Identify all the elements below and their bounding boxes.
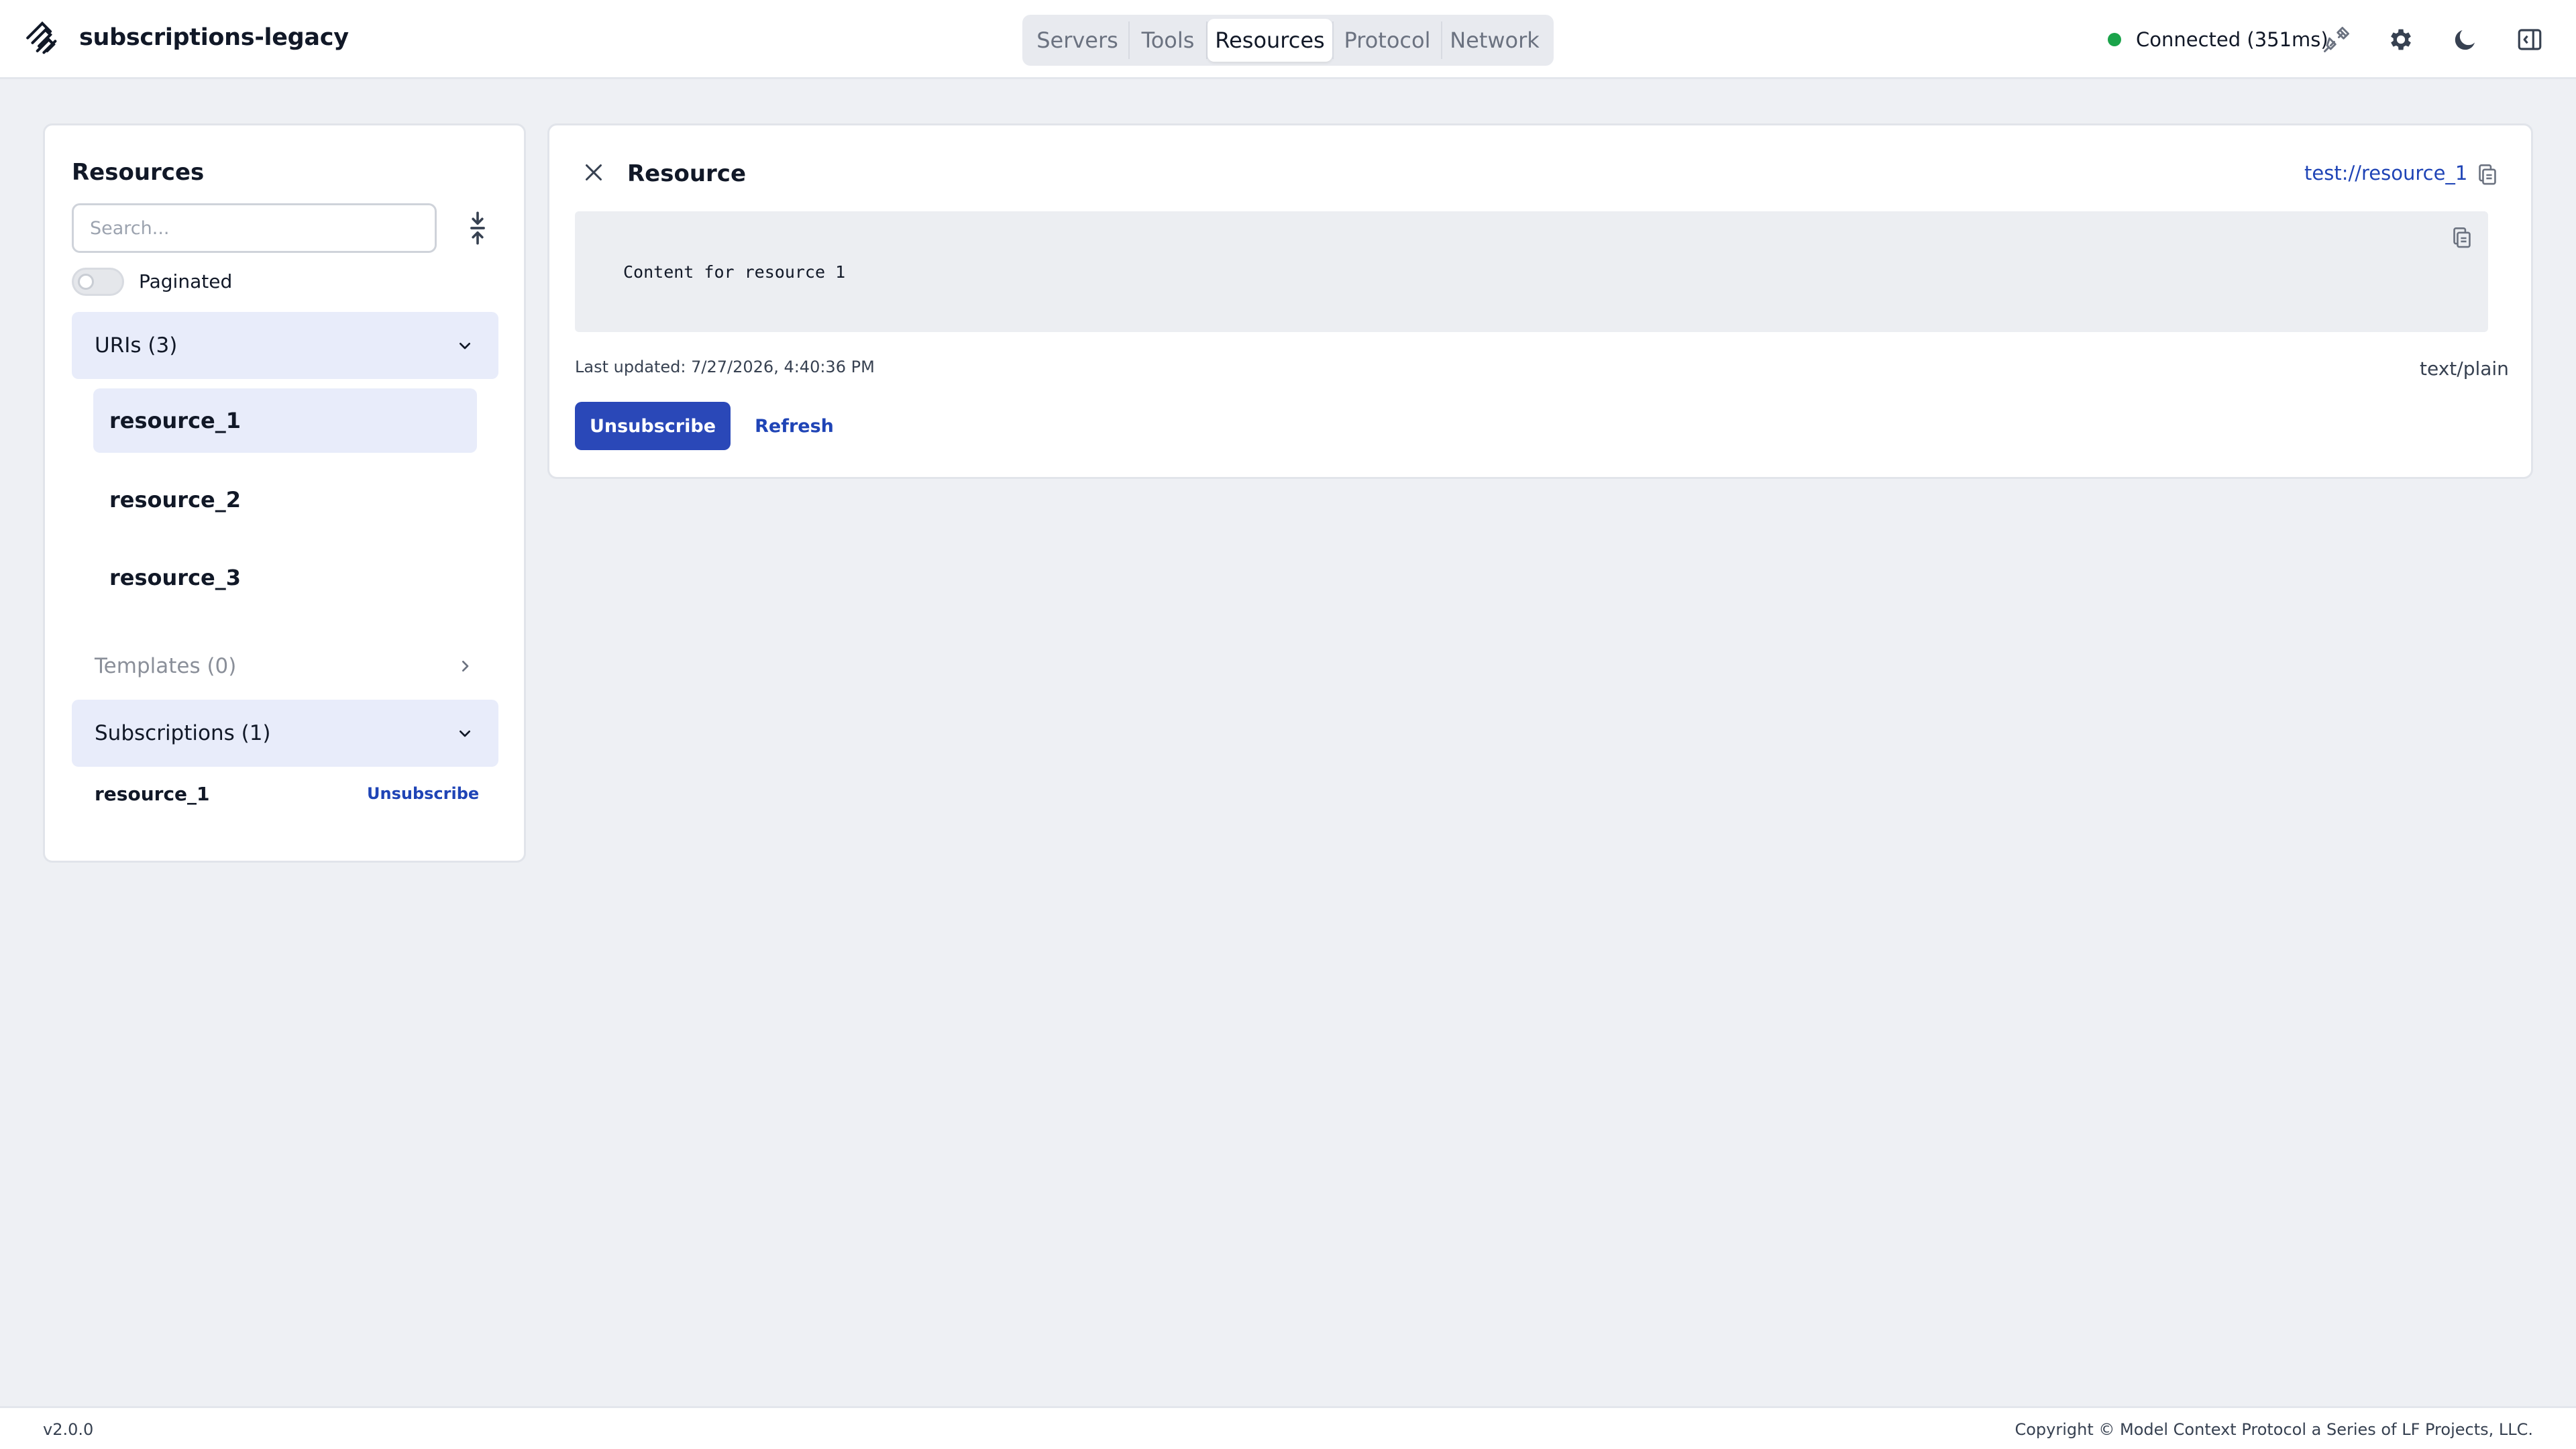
top-header: subscriptions-legacy Servers Tools Resou… xyxy=(0,0,2576,79)
copyright-text: Copyright © Model Context Protocol a Ser… xyxy=(2015,1420,2533,1439)
resource-item-label: resource_1 xyxy=(109,408,241,433)
mime-type-label: text/plain xyxy=(2420,358,2509,380)
disconnect-plug-icon[interactable] xyxy=(2322,25,2351,54)
paginated-toggle[interactable] xyxy=(72,268,124,296)
connection-status: Connected (351ms) xyxy=(2108,28,2328,51)
templates-section-label: Templates (0) xyxy=(95,654,237,678)
subscriptions-section-header[interactable]: Subscriptions (1) xyxy=(72,700,498,767)
main-nav-tabs: Servers Tools Resources Protocol Network xyxy=(1022,15,1554,66)
resource-content-text: Content for resource 1 xyxy=(623,262,846,282)
copy-uri-icon[interactable] xyxy=(2476,163,2499,187)
mcp-logo-icon xyxy=(23,20,62,59)
paginated-label: Paginated xyxy=(139,270,233,292)
tab-servers[interactable]: Servers xyxy=(1026,19,1128,62)
search-input[interactable] xyxy=(72,203,437,253)
templates-section-header[interactable]: Templates (0) xyxy=(72,633,498,700)
resource-item-label: resource_3 xyxy=(109,565,241,590)
gear-icon[interactable] xyxy=(2387,25,2415,54)
uris-section-label: URIs (3) xyxy=(95,333,178,358)
close-icon[interactable] xyxy=(582,160,606,184)
app-title: subscriptions-legacy xyxy=(79,24,349,51)
tab-protocol[interactable]: Protocol xyxy=(1334,19,1441,62)
resource-item-2[interactable]: resource_2 xyxy=(93,468,477,532)
unsubscribe-button[interactable]: Unsubscribe xyxy=(575,402,731,450)
resource-item-3[interactable]: resource_3 xyxy=(93,545,477,610)
moon-icon[interactable] xyxy=(2451,25,2479,54)
tab-network[interactable]: Network xyxy=(1442,19,1547,62)
resource-uri-link[interactable]: test://resource_1 xyxy=(2304,162,2467,184)
last-updated-text: Last updated: 7/27/2026, 4:40:36 PM xyxy=(575,358,875,376)
page-footer: v2.0.0 Copyright © Model Context Protoco… xyxy=(0,1406,2576,1449)
status-dot xyxy=(2108,33,2121,46)
toggle-knob xyxy=(78,274,94,290)
resources-sidebar: Resources Paginated URIs (3) resource_1 xyxy=(43,123,526,863)
tab-tools[interactable]: Tools xyxy=(1130,19,1206,62)
detail-title: Resource xyxy=(627,160,747,187)
app-root: subscriptions-legacy Servers Tools Resou… xyxy=(0,0,2576,1449)
copy-content-icon[interactable] xyxy=(2451,226,2473,250)
tab-resources[interactable]: Resources xyxy=(1208,19,1332,62)
resource-item-label: resource_2 xyxy=(109,487,241,513)
collapse-all-icon[interactable] xyxy=(462,211,493,245)
version-label: v2.0.0 xyxy=(43,1420,94,1439)
refresh-button[interactable]: Refresh xyxy=(751,402,838,450)
connection-status-text: Connected (351ms) xyxy=(2136,28,2328,51)
sidebar-title: Resources xyxy=(72,159,205,186)
subscription-item-name: resource_1 xyxy=(95,783,210,805)
subscriptions-section-label: Subscriptions (1) xyxy=(95,721,271,745)
chevron-right-icon xyxy=(454,655,476,677)
resource-detail-panel: Resource test://resource_1 Content for r… xyxy=(547,123,2533,479)
uris-section-header[interactable]: URIs (3) xyxy=(72,312,498,379)
sidebar-toggle-icon[interactable] xyxy=(2516,25,2544,54)
subscription-unsubscribe-link[interactable]: Unsubscribe xyxy=(367,784,479,803)
chevron-down-icon xyxy=(454,722,476,744)
chevron-down-icon xyxy=(454,335,476,356)
resource-content-box: Content for resource 1 xyxy=(575,211,2488,332)
resource-item-1[interactable]: resource_1 xyxy=(93,388,477,453)
